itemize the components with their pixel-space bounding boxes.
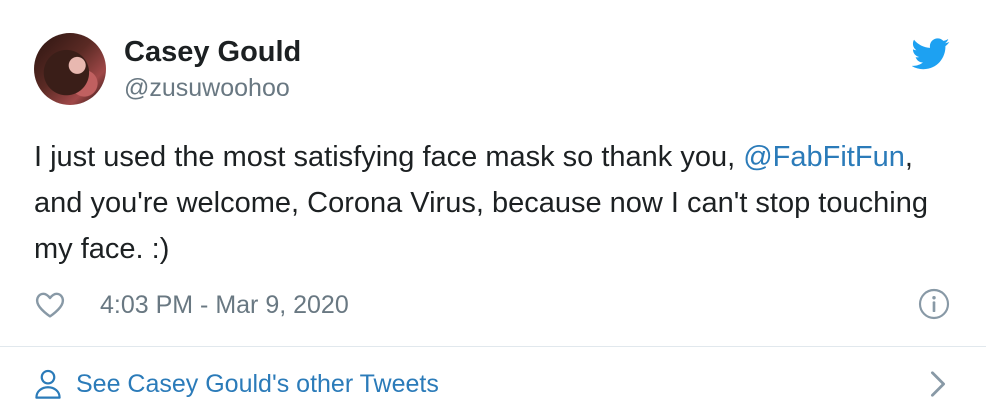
divider (0, 346, 986, 347)
tweet-timestamp[interactable]: 4:03 PM - Mar 9, 2020 (100, 291, 349, 320)
other-tweets-link[interactable]: See Casey Gould's other Tweets (34, 362, 954, 406)
info-icon[interactable] (918, 288, 950, 320)
author-names: Casey Gould @zusuwoohoo (124, 35, 301, 105)
user-handle[interactable]: @zusuwoohoo (124, 71, 301, 105)
tweet-meta: 4:03 PM - Mar 9, 2020 (34, 285, 954, 325)
twitter-bird-icon[interactable] (912, 38, 950, 70)
heart-icon[interactable] (34, 289, 66, 321)
tweet-card: Casey Gould @zusuwoohoo I just used the … (0, 0, 986, 418)
person-icon (35, 369, 61, 399)
other-tweets-label[interactable]: See Casey Gould's other Tweets (76, 370, 439, 399)
tweet-header: Casey Gould @zusuwoohoo (34, 33, 301, 105)
tweet-text-part1: I just used the most satisfying face mas… (34, 141, 744, 173)
display-name[interactable]: Casey Gould (124, 35, 301, 69)
tweet-text: I just used the most satisfying face mas… (34, 134, 964, 272)
avatar[interactable] (34, 33, 106, 105)
chevron-right-icon[interactable] (928, 370, 948, 398)
mention-link[interactable]: @FabFitFun (743, 141, 905, 173)
